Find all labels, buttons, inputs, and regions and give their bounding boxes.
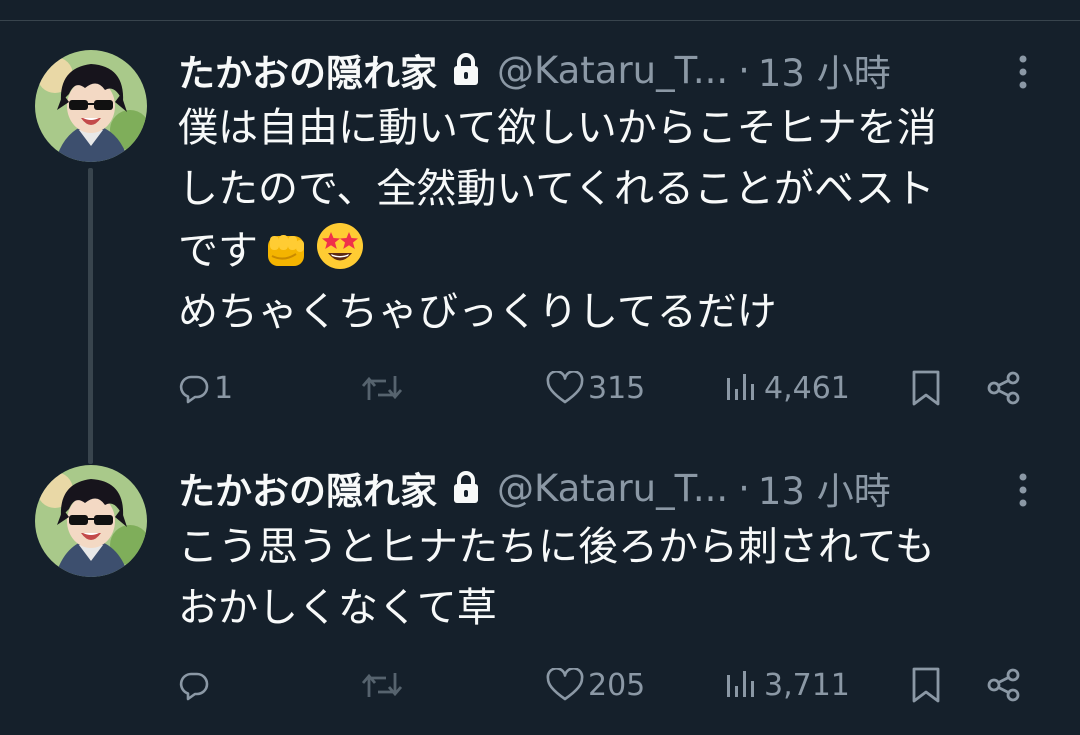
lock-icon: [454, 53, 478, 85]
tweet-text-line: したので、全然動いてくれることがベスト: [178, 166, 935, 212]
tweet-text-line-with-emoji: です: [178, 220, 1038, 282]
user-handle[interactable]: @Kataru_T...: [497, 467, 728, 510]
tweet-text-line: おかしくなくて草: [178, 585, 497, 631]
reply-icon: [179, 672, 209, 701]
tweet-text: こう思うとヒナたちに後ろから刺されても おかしくなくて草: [178, 517, 1038, 639]
timestamp[interactable]: 13 小時: [758, 461, 891, 515]
share-icon: [987, 668, 1020, 702]
bar-chart-icon: [727, 671, 754, 697]
tweet-text-segment: です: [178, 228, 258, 274]
lock-icon: [454, 471, 478, 503]
bookmark-icon: [912, 667, 940, 703]
retweet-icon: [361, 673, 403, 697]
display-name[interactable]: たかおの隠れ家: [178, 461, 437, 515]
tweet-actions: 1 315 4,461: [0, 363, 1080, 413]
avatar[interactable]: [35, 50, 147, 162]
bar-chart-icon: [727, 374, 754, 400]
more-options-icon[interactable]: [1010, 470, 1036, 510]
retweet-icon: [361, 376, 403, 400]
like-button[interactable]: 315: [546, 363, 645, 413]
separator-dot: ·: [738, 466, 750, 510]
view-count: 4,461: [764, 370, 850, 406]
view-count: 3,711: [764, 667, 850, 703]
separator-dot: ·: [738, 48, 750, 92]
like-count: 315: [588, 370, 646, 406]
more-options-icon[interactable]: [1010, 52, 1036, 92]
bookmark-icon: [912, 370, 940, 406]
views-button[interactable]: 4,461: [724, 363, 850, 413]
display-name[interactable]: たかおの隠れ家: [178, 43, 437, 97]
star-struck-emoji: [317, 223, 363, 269]
share-button[interactable]: [985, 660, 1023, 710]
retweet-button[interactable]: [360, 363, 408, 413]
bookmark-button[interactable]: [910, 660, 942, 710]
timestamp[interactable]: 13 小時: [758, 43, 891, 97]
tweet-text-line: こう思うとヒナたちに後ろから刺されても: [178, 524, 935, 570]
like-button[interactable]: 205: [546, 660, 645, 710]
reply-count: 1: [214, 370, 234, 406]
tweet-actions: 205 3,711: [0, 660, 1080, 710]
tweet-text-line: めちゃくちゃびっくりしてるだけ: [178, 289, 777, 335]
user-handle[interactable]: @Kataru_T...: [497, 49, 728, 92]
like-count: 205: [588, 667, 646, 703]
bookmark-button[interactable]: [910, 363, 942, 413]
thread-connector-line: [88, 168, 93, 464]
share-icon: [987, 371, 1020, 405]
top-divider: [0, 20, 1080, 21]
heart-icon: [546, 668, 584, 701]
retweet-button[interactable]: [360, 660, 408, 710]
reply-icon: [179, 375, 209, 404]
share-button[interactable]: [985, 363, 1023, 413]
reply-button[interactable]: [178, 660, 214, 710]
tweet-header: たかおの隠れ家 @Kataru_T... · 13 小時: [178, 461, 891, 515]
tweet-header: たかおの隠れ家 @Kataru_T... · 13 小時: [178, 43, 891, 97]
avatar-image: [35, 50, 147, 162]
tweet-text: 僕は自由に動いて欲しいからこそヒナを消 したので、全然動いてくれることがベスト …: [178, 98, 1038, 343]
heart-icon: [546, 371, 584, 404]
avatar[interactable]: [35, 465, 147, 577]
oncoming-fist-emoji: [268, 235, 304, 266]
avatar-image: [35, 465, 147, 577]
views-button[interactable]: 3,711: [724, 660, 850, 710]
reply-button[interactable]: 1: [178, 363, 233, 413]
tweet-text-line: 僕は自由に動いて欲しいからこそヒナを消: [178, 105, 937, 151]
